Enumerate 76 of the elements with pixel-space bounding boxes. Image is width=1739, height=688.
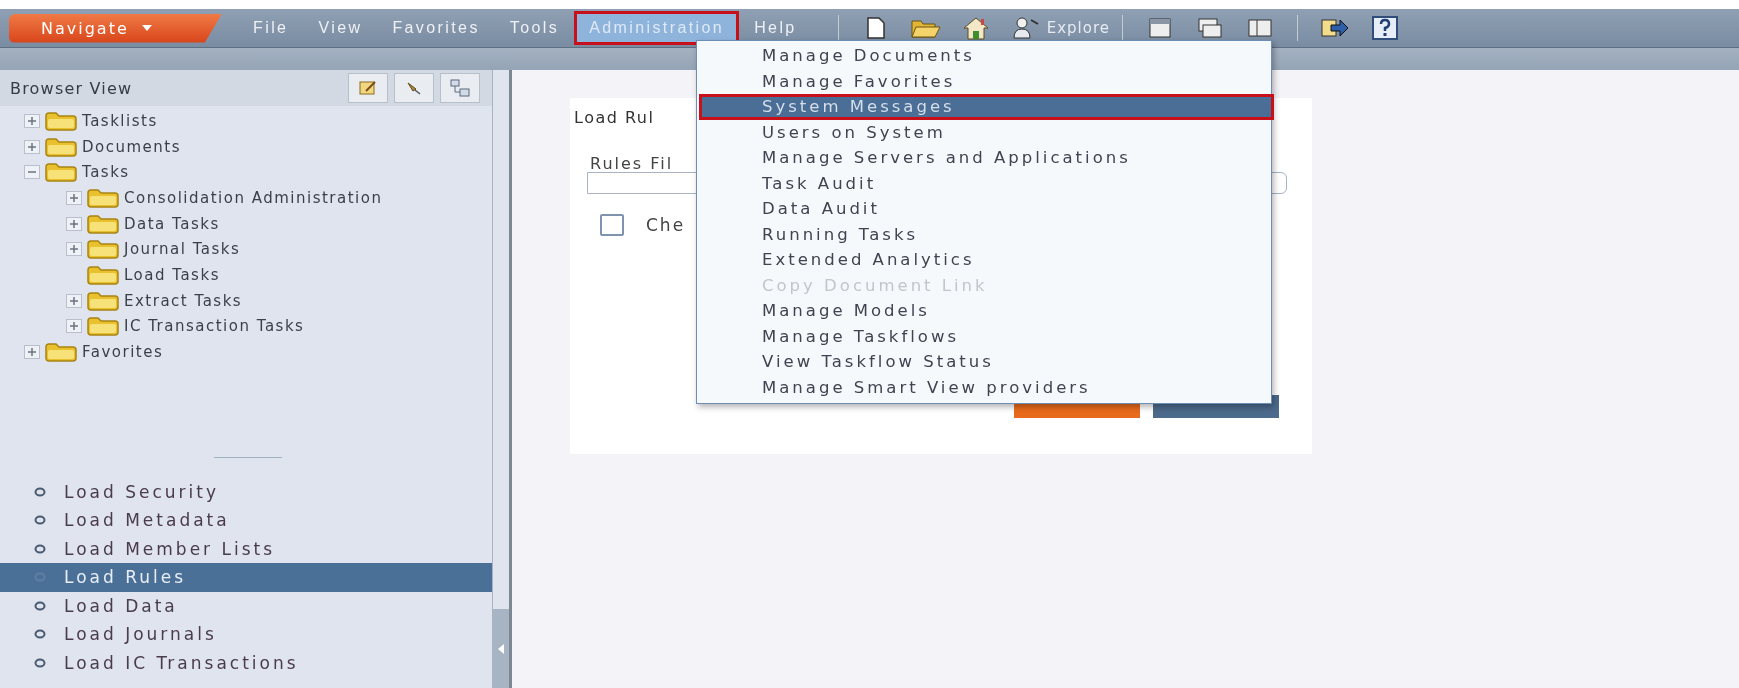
bullet-icon bbox=[34, 486, 46, 497]
folder-icon[interactable] bbox=[910, 17, 941, 39]
menu-option[interactable]: Users on System bbox=[699, 119, 1274, 145]
menu-option[interactable]: Task Audit bbox=[699, 170, 1274, 196]
checkbox-label: Che bbox=[646, 215, 686, 235]
folder-icon bbox=[44, 342, 78, 363]
window-icon[interactable] bbox=[1148, 18, 1171, 38]
folder-icon bbox=[44, 162, 78, 183]
task-item[interactable]: Load Rules bbox=[0, 563, 492, 592]
task-item[interactable]: Load Member Lists bbox=[0, 534, 492, 563]
task-item[interactable]: Load Metadata bbox=[0, 506, 492, 535]
bullet-icon bbox=[34, 515, 46, 526]
menu-option[interactable]: Extended Analytics bbox=[699, 247, 1274, 273]
expand-icon[interactable] bbox=[66, 216, 82, 231]
tree-item[interactable]: Consolidation Administration bbox=[124, 188, 383, 207]
expand-icon[interactable] bbox=[66, 190, 82, 205]
panel-icon[interactable] bbox=[1247, 19, 1272, 37]
menu-option[interactable]: Manage Favorites bbox=[699, 68, 1274, 94]
edit-icon[interactable] bbox=[348, 73, 388, 103]
menu-option[interactable]: Manage Smart View providers bbox=[699, 374, 1274, 400]
bullet-icon bbox=[34, 543, 46, 554]
task-item[interactable]: Load Security bbox=[0, 477, 492, 506]
expand-icon[interactable] bbox=[66, 319, 82, 334]
menu-option[interactable]: Data Audit bbox=[699, 196, 1274, 222]
tree-item[interactable]: Load Tasks bbox=[124, 265, 220, 284]
expand-icon[interactable] bbox=[66, 242, 82, 257]
menu-option[interactable]: Running Tasks bbox=[699, 221, 1274, 247]
document-icon[interactable] bbox=[866, 17, 885, 39]
folder-icon bbox=[86, 239, 120, 260]
folder-icon bbox=[44, 136, 78, 157]
tree-item[interactable]: Favorites bbox=[82, 343, 164, 362]
export-icon[interactable] bbox=[1320, 17, 1349, 39]
menu-option[interactable]: Manage Servers and Applications bbox=[699, 145, 1274, 171]
windows-icon[interactable] bbox=[1197, 18, 1222, 38]
pin-icon[interactable] bbox=[394, 73, 434, 103]
tree-item[interactable]: Extract Tasks bbox=[124, 291, 243, 310]
collapse-icon[interactable] bbox=[24, 165, 40, 180]
folder-icon bbox=[86, 213, 120, 234]
expand-icon[interactable] bbox=[24, 139, 40, 154]
bullet-icon bbox=[34, 657, 46, 668]
scroll-thumb[interactable] bbox=[493, 609, 509, 688]
users-icon[interactable] bbox=[1010, 16, 1041, 40]
tree-item[interactable]: Journal Tasks bbox=[124, 240, 241, 259]
folder-icon bbox=[86, 187, 120, 208]
bullet-icon bbox=[34, 600, 46, 611]
expand-icon[interactable] bbox=[66, 293, 82, 308]
navigate-button[interactable]: Navigate bbox=[9, 13, 222, 43]
menu-option[interactable]: View Taskflow Status bbox=[699, 349, 1274, 375]
expand-icon[interactable] bbox=[24, 345, 40, 360]
tree-item[interactable]: Documents bbox=[82, 137, 182, 156]
tree-icon[interactable] bbox=[440, 73, 480, 103]
tree-item[interactable]: Data Tasks bbox=[124, 214, 220, 233]
card-title: Load Rul bbox=[574, 108, 655, 127]
menu-option[interactable]: System Messages bbox=[699, 94, 1274, 120]
folder-icon bbox=[86, 316, 120, 337]
expand-icon[interactable] bbox=[24, 113, 40, 128]
help-icon[interactable] bbox=[1371, 16, 1398, 40]
menu-option[interactable]: Manage Documents bbox=[699, 43, 1274, 69]
tree-item[interactable]: IC Transaction Tasks bbox=[124, 317, 305, 336]
task-item[interactable]: Load Journals bbox=[0, 620, 492, 649]
panel-title: Browser View bbox=[10, 78, 133, 98]
checkbox[interactable] bbox=[600, 214, 624, 236]
folder-icon bbox=[86, 264, 120, 285]
folder-icon bbox=[44, 110, 78, 131]
caret-icon bbox=[140, 24, 153, 32]
bullet-icon bbox=[34, 629, 46, 640]
field-label: Rules Fil bbox=[590, 154, 674, 173]
collapse-arrow-icon[interactable] bbox=[498, 644, 504, 654]
tree-item[interactable]: Tasks bbox=[82, 163, 130, 182]
task-item[interactable]: Load IC Transactions bbox=[0, 648, 492, 677]
task-item[interactable]: Load Data bbox=[0, 591, 492, 620]
home-icon[interactable] bbox=[962, 16, 989, 40]
folder-icon bbox=[86, 290, 120, 311]
tree-item[interactable]: Tasklists bbox=[82, 111, 158, 130]
menu-option[interactable]: Manage Models bbox=[699, 298, 1274, 324]
menu-option[interactable]: Manage Taskflows bbox=[699, 323, 1274, 349]
